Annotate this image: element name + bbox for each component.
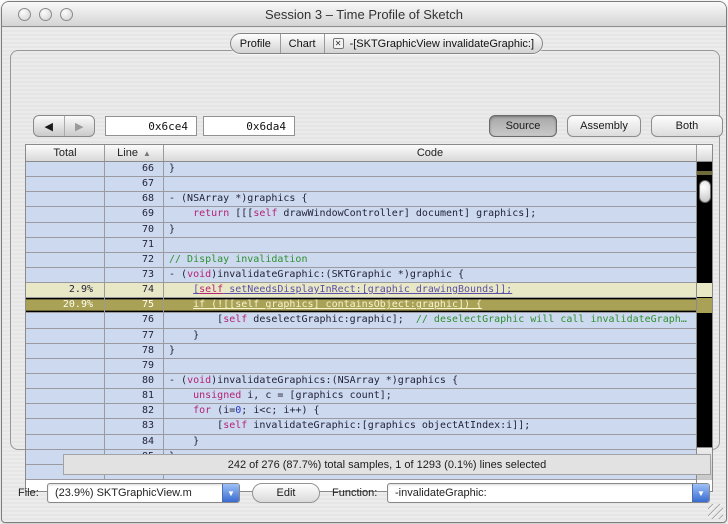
file-label: File:: [18, 487, 39, 499]
assembly-view-button[interactable]: Assembly: [567, 115, 641, 137]
source-view-button[interactable]: Source: [489, 115, 557, 137]
traffic-lights: [18, 8, 73, 21]
window-title: Session 3 – Time Profile of Sketch: [265, 6, 463, 22]
hotspot-scrollbar[interactable]: ▲ ▼: [696, 162, 712, 491]
title-bar[interactable]: Session 3 – Time Profile of Sketch: [2, 2, 726, 27]
table-row[interactable]: 66}: [26, 162, 698, 178]
tab-chart[interactable]: Chart: [281, 34, 325, 53]
tab-profile-label: Profile: [239, 37, 271, 50]
function-combo-box[interactable]: -invalidateGraphic: ▼: [387, 483, 710, 503]
column-header-scrollbar-spacer: [697, 145, 712, 161]
table-row[interactable]: 71: [26, 237, 698, 253]
back-arrow-icon: ◀: [44, 120, 53, 133]
tab-function-label: -[SKTGraphicView invalidateGraphic:]: [349, 37, 534, 50]
scrollbar-hot-mark: [697, 298, 712, 314]
table-row[interactable]: 69 return [[[self drawWindowController] …: [26, 207, 698, 223]
table-row[interactable]: 81 unsigned i, c = [graphics count];: [26, 389, 698, 405]
function-label: Function:: [332, 487, 378, 499]
table-row[interactable]: 79: [26, 358, 698, 374]
tab-function[interactable]: ✕ -[SKTGraphicView invalidateGraphic:]: [325, 34, 542, 53]
history-nav-buttons: ◀ ▶: [33, 115, 95, 137]
file-combo-box[interactable]: (23.9%) SKTGraphicView.m ▼: [47, 483, 240, 503]
table-row[interactable]: 70}: [26, 222, 698, 238]
edit-button[interactable]: Edit: [252, 483, 320, 503]
start-address-field[interactable]: [105, 116, 197, 136]
function-combo-value: -invalidateGraphic:: [395, 487, 487, 499]
scrollbar-thumb[interactable]: [698, 180, 711, 203]
end-address-field[interactable]: [203, 116, 295, 136]
table-row[interactable]: 83 [self invalidateGraphic:[graphics obj…: [26, 419, 698, 435]
back-button[interactable]: ◀: [34, 116, 65, 136]
table-row[interactable]: 68- (NSArray *)graphics {: [26, 192, 698, 208]
forward-button[interactable]: ▶: [65, 116, 95, 136]
column-header-code[interactable]: Code: [164, 145, 697, 161]
table-row[interactable]: 77 }: [26, 328, 698, 344]
content-group-box: ◀ ▶ Source Assembly Both Total Line ▲ Co…: [10, 50, 723, 492]
zoom-window-button[interactable]: [60, 8, 73, 21]
file-combo-value: (23.9%) SKTGraphicView.m: [55, 487, 192, 499]
table-row[interactable]: 20.9% 75 if (![[self graphics] containsOb…: [26, 298, 698, 314]
function-combo-arrow-icon[interactable]: ▼: [692, 484, 709, 502]
footer-bar: File: (23.9%) SKTGraphicView.m ▼ Edit Fu…: [2, 483, 726, 505]
column-header-total[interactable]: Total: [26, 145, 105, 161]
table-row[interactable]: 82 for (i=0; i<c; i++) {: [26, 404, 698, 420]
source-code-table: Total Line ▲ Code 66} 67 68- (NSArray *)gr…: [25, 144, 713, 492]
close-window-button[interactable]: [18, 8, 31, 21]
scrollbar-track[interactable]: [697, 162, 712, 447]
table-row[interactable]: 84 }: [26, 434, 698, 450]
both-view-button[interactable]: Both: [651, 115, 723, 137]
window-resize-grip[interactable]: [708, 504, 723, 519]
app-window: Session 3 – Time Profile of Sketch Profi…: [1, 1, 727, 523]
table-row[interactable]: 2.9% 74 [self setNeedsDisplayInRect:[grap…: [26, 283, 698, 299]
sort-ascending-icon: ▲: [142, 148, 151, 158]
tab-close-icon[interactable]: ✕: [332, 38, 344, 49]
tab-profile[interactable]: Profile: [231, 34, 281, 53]
column-header-line[interactable]: Line ▲: [105, 145, 164, 161]
table-row[interactable]: 80- (void)invalidateGraphics:(NSArray *)…: [26, 373, 698, 390]
code-rows: 66} 67 68- (NSArray *)graphics {69 return …: [26, 162, 698, 480]
tab-chart-label: Chart: [288, 37, 316, 50]
forward-arrow-icon: ▶: [75, 120, 84, 133]
table-row[interactable]: 72// Display invalidation: [26, 252, 698, 268]
table-row[interactable]: 76 [self deselectGraphic:graphic]; // de…: [26, 313, 698, 329]
table-row[interactable]: 78}: [26, 343, 698, 359]
scrollbar-hot-mark-minor: [697, 171, 712, 175]
table-header: Total Line ▲ Code: [26, 145, 712, 162]
status-text: 242 of 276 (87.7%) total samples, 1 of 1…: [227, 458, 547, 471]
file-combo-arrow-icon[interactable]: ▼: [222, 484, 239, 502]
tab-bar: Profile Chart ✕ -[SKTGraphicView invalid…: [230, 33, 543, 54]
minimize-window-button[interactable]: [39, 8, 52, 21]
table-row[interactable]: 67: [26, 177, 698, 193]
scrollbar-hot-mark: [697, 283, 712, 298]
table-row[interactable]: 73- (void)invalidateGraphic:(SKTGraphic …: [26, 267, 698, 284]
status-bar: 242 of 276 (87.7%) total samples, 1 of 1…: [63, 454, 711, 475]
